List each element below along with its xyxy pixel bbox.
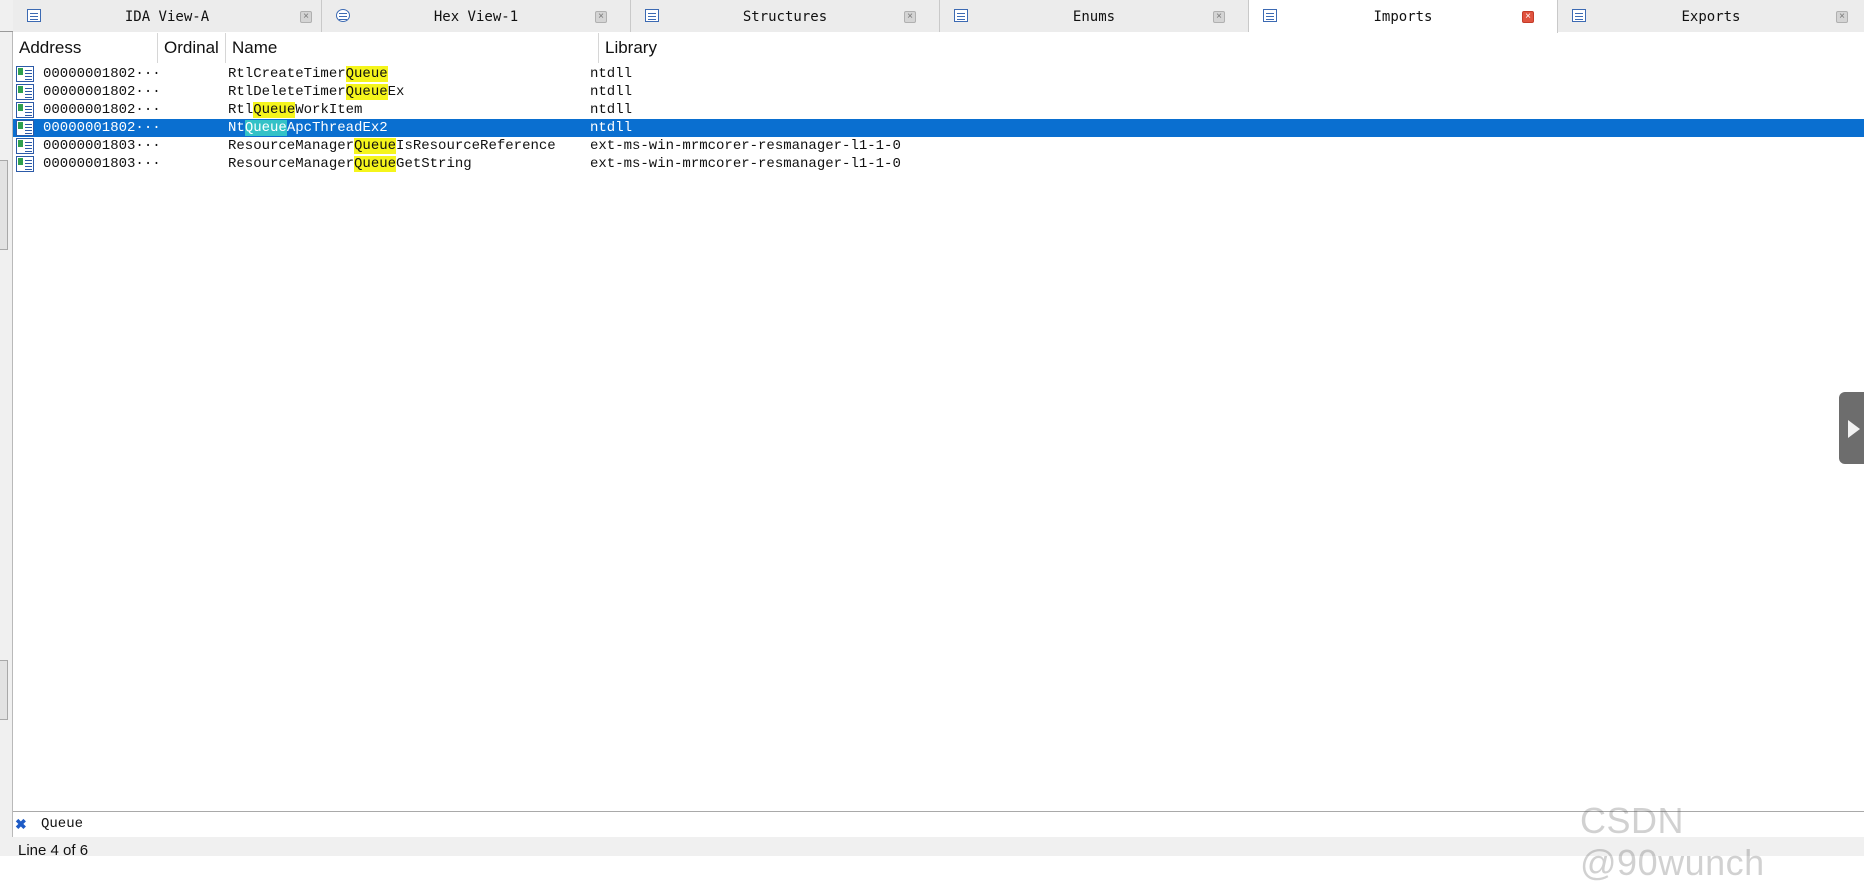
search-match: Queue xyxy=(244,120,287,136)
search-match: Queue xyxy=(345,66,388,82)
search-match: Queue xyxy=(253,102,296,118)
tab-label: IDA View-A xyxy=(124,9,210,25)
clear-filter-icon[interactable]: ✖ xyxy=(15,817,29,831)
row-name: RtlCreateTimerQueue xyxy=(228,66,388,82)
close-icon[interactable]: × xyxy=(1213,11,1225,23)
filter-input[interactable]: Queue xyxy=(41,816,83,832)
name-prefix: ResourceManager xyxy=(228,138,355,154)
row-address: 00000001802··· xyxy=(43,84,161,100)
row-library: ntdll xyxy=(590,120,633,136)
tab-label: Enums xyxy=(1072,9,1116,25)
tab-label: Exports xyxy=(1681,9,1741,25)
name-prefix: ResourceManager xyxy=(228,156,355,172)
tab-label: Imports xyxy=(1373,9,1433,25)
tab-ida-view-a[interactable]: IDA View-A × xyxy=(13,0,322,32)
row-name: NtQueueApcThreadEx2 xyxy=(228,120,388,136)
tab-imports[interactable]: Imports × xyxy=(1249,0,1558,33)
status-line-count: Line 4 of 6 xyxy=(18,842,89,859)
tab-bar: IDA View-A × Hex View-1 × Structures × E… xyxy=(0,0,1864,33)
name-prefix: RtlCreateTimer xyxy=(228,66,346,82)
row-library: ntdll xyxy=(590,102,633,118)
column-ordinal[interactable]: Ordinal xyxy=(158,33,226,63)
tab-label: Hex View-1 xyxy=(433,9,519,25)
column-header: Address Ordinal Name Library xyxy=(13,33,1864,63)
name-suffix: GetString xyxy=(396,156,472,172)
import-function-icon xyxy=(16,66,34,82)
import-function-icon xyxy=(16,84,34,100)
table-row[interactable]: 00000001802··· RtlCreateTimerQueue ntdll xyxy=(13,65,1864,83)
close-icon[interactable]: × xyxy=(1522,11,1534,23)
table-row[interactable]: 00000001803··· ResourceManagerQueueGetSt… xyxy=(13,155,1864,173)
left-dock-handle[interactable] xyxy=(0,160,8,250)
close-icon[interactable]: × xyxy=(904,11,916,23)
row-name: RtlDeleteTimerQueueEx xyxy=(228,84,404,100)
name-suffix: WorkItem xyxy=(295,102,363,118)
import-function-icon xyxy=(16,102,34,118)
import-function-icon xyxy=(16,120,34,136)
close-icon[interactable]: × xyxy=(595,11,607,23)
table-row-selected[interactable]: 00000001802··· NtQueueApcThreadEx2 ntdll xyxy=(13,119,1864,137)
row-address: 00000001802··· xyxy=(43,120,161,136)
column-name[interactable]: Name xyxy=(226,33,599,63)
name-suffix: Ex xyxy=(387,84,405,100)
name-prefix: Nt xyxy=(228,120,245,136)
row-address: 00000001802··· xyxy=(43,66,161,82)
tab-hex-view-1[interactable]: Hex View-1 × xyxy=(322,0,631,32)
row-name: RtlQueueWorkItem xyxy=(228,102,362,118)
column-address[interactable]: Address xyxy=(13,33,158,63)
left-frame-edge xyxy=(0,0,13,856)
tab-enums[interactable]: Enums × xyxy=(940,0,1249,32)
tab-label: Structures xyxy=(742,9,828,25)
row-library: ext-ms-win-mrmcorer-resmanager-l1-1-0 xyxy=(590,156,901,172)
close-icon[interactable]: × xyxy=(1836,11,1848,23)
tab-structures[interactable]: Structures × xyxy=(631,0,940,32)
tab-exports[interactable]: Exports × xyxy=(1558,0,1864,32)
search-match: Queue xyxy=(345,84,388,100)
table-row[interactable]: 00000001802··· RtlDeleteTimerQueueEx ntd… xyxy=(13,83,1864,101)
row-library: ext-ms-win-mrmcorer-resmanager-l1-1-0 xyxy=(590,138,901,154)
right-dock-handle[interactable] xyxy=(1839,392,1864,464)
left-dock-handle-2[interactable] xyxy=(0,660,8,720)
row-address: 00000001803··· xyxy=(43,156,161,172)
table-row[interactable]: 00000001803··· ResourceManagerQueueIsRes… xyxy=(13,137,1864,155)
row-name: ResourceManagerQueueGetString xyxy=(228,156,472,172)
row-name: ResourceManagerQueueIsResourceReference xyxy=(228,138,556,154)
expand-arrow-icon xyxy=(1848,420,1860,438)
close-icon[interactable]: × xyxy=(300,11,312,23)
import-function-icon xyxy=(16,156,34,172)
import-function-icon xyxy=(16,138,34,154)
name-prefix: Rtl xyxy=(228,102,254,118)
row-address: 00000001803··· xyxy=(43,138,161,154)
row-library: ntdll xyxy=(590,66,633,82)
row-library: ntdll xyxy=(590,84,633,100)
row-address: 00000001802··· xyxy=(43,102,161,118)
name-prefix: RtlDeleteTimer xyxy=(228,84,346,100)
search-match: Queue xyxy=(354,138,397,154)
search-match: Queue xyxy=(354,156,397,172)
table-row[interactable]: 00000001802··· RtlQueueWorkItem ntdll xyxy=(13,101,1864,119)
watermark: CSDN @90wunch xyxy=(1580,800,1765,883)
column-library[interactable]: Library xyxy=(599,33,1864,63)
name-suffix: IsResourceReference xyxy=(396,138,556,154)
name-suffix: ApcThreadEx2 xyxy=(286,120,388,136)
